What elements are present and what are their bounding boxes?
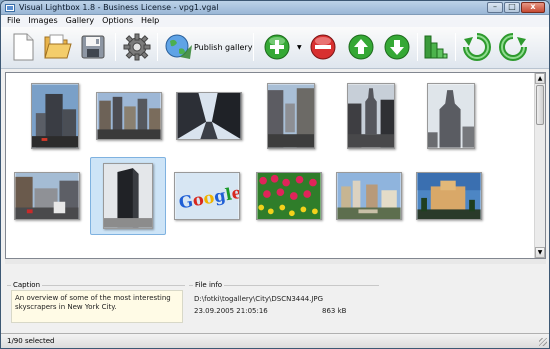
scrollbar-thumb[interactable]	[536, 85, 544, 125]
thumbnail[interactable]	[414, 161, 484, 231]
thumbnail-gallery[interactable]: Google ▲ ▼	[5, 72, 546, 259]
file-path: D:\fotki\togallery\City\DSCN3444.JPG	[194, 295, 324, 303]
photo-street-traffic	[14, 172, 80, 220]
photo-google-logo: Google	[174, 172, 240, 220]
window-title: Visual Lightbox 1.8 - Business License -…	[19, 3, 219, 12]
panel-splitter[interactable]	[5, 259, 546, 264]
thumbnail[interactable]	[94, 81, 164, 151]
thumbnail-selected[interactable]	[90, 157, 166, 235]
photo-las-vegas	[336, 172, 402, 220]
photo-hotel-sunset	[416, 172, 482, 220]
info-panel: Caption An overview of some of the most …	[5, 281, 546, 329]
file-size: 863 kB	[322, 307, 347, 315]
selection-count: 1/90 selected	[7, 337, 55, 345]
thumbnail[interactable]	[256, 81, 326, 151]
thumbnail[interactable]	[94, 237, 170, 258]
rotate-left-icon[interactable]	[461, 31, 493, 63]
new-file-icon[interactable]	[7, 31, 39, 63]
vertical-scrollbar[interactable]: ▲ ▼	[534, 73, 545, 258]
menu-gallery[interactable]: Gallery	[66, 15, 95, 27]
toolbar-separator	[417, 33, 418, 61]
thumbnail[interactable]	[416, 81, 486, 151]
thumbnail[interactable]	[254, 161, 324, 231]
toolbar-separator	[455, 33, 456, 61]
app-icon	[5, 4, 15, 12]
caption-text[interactable]: An overview of some of the most interest…	[11, 290, 183, 323]
photo-city-avenue	[267, 83, 315, 149]
publish-globe-icon[interactable]	[162, 31, 194, 63]
resize-grip-icon[interactable]	[539, 338, 547, 346]
settings-gear-icon[interactable]	[121, 31, 153, 63]
publish-gallery-label[interactable]: Publish gallery	[194, 43, 252, 52]
add-image-icon[interactable]	[261, 31, 293, 63]
photo-flower-field	[256, 172, 322, 220]
thumbnail[interactable]	[334, 161, 404, 231]
menu-images[interactable]: Images	[28, 15, 57, 27]
maximize-button[interactable]: □	[504, 2, 520, 13]
app-window: Visual Lightbox 1.8 - Business License -…	[0, 0, 550, 349]
move-up-icon[interactable]	[345, 31, 377, 63]
close-icon: x	[530, 2, 536, 11]
menu-file[interactable]: File	[7, 15, 20, 27]
toolbar-separator	[115, 33, 116, 61]
caption-label: Caption	[11, 281, 43, 289]
maximize-icon: □	[508, 2, 516, 11]
close-button[interactable]: x	[521, 2, 545, 13]
thumbnail[interactable]	[334, 245, 404, 258]
photo-skyscrapers-up	[176, 92, 242, 140]
toolbar-separator	[253, 33, 254, 61]
thumbnail[interactable]	[20, 243, 90, 258]
scroll-down-icon[interactable]: ▼	[535, 247, 545, 258]
rotate-right-icon[interactable]	[497, 31, 529, 63]
photo-tall-tower	[427, 83, 475, 149]
thumbnail[interactable]	[176, 237, 246, 258]
menu-options[interactable]: Options	[102, 15, 133, 27]
menu-help[interactable]: Help	[141, 15, 159, 27]
file-meta-row: 23.09.2005 21:05:16 863 kB	[194, 305, 373, 317]
minimize-icon: –	[493, 2, 497, 11]
title-bar[interactable]: Visual Lightbox 1.8 - Business License -…	[1, 1, 549, 15]
menu-bar: File Images Gallery Options Help	[1, 15, 549, 27]
photo-city-street-wide	[96, 92, 162, 140]
file-date: 23.09.2005 21:05:16	[194, 307, 268, 315]
thumbnail[interactable]	[414, 245, 484, 258]
thumbnail[interactable]	[174, 81, 244, 151]
photo-black-skyscraper	[103, 163, 153, 229]
file-info-details: D:\fotki\togallery\City\DSCN3444.JPG 23.…	[191, 290, 376, 323]
chevron-down-icon[interactable]: ▼	[297, 44, 302, 51]
open-folder-icon[interactable]	[41, 31, 73, 63]
minimize-button[interactable]: –	[487, 2, 503, 13]
photo-empire-state	[347, 83, 395, 149]
thumbnail[interactable]	[336, 81, 406, 151]
thumbnail[interactable]: Google	[172, 161, 242, 231]
sort-levels-icon[interactable]	[419, 31, 451, 63]
toolbar: Publish gallery ▼	[1, 27, 549, 69]
window-controls: – □ x	[487, 2, 545, 13]
save-disk-icon[interactable]	[77, 31, 109, 63]
file-info-label: File info	[193, 281, 225, 289]
status-bar: 1/90 selected	[1, 333, 549, 348]
scroll-up-icon[interactable]: ▲	[535, 73, 545, 84]
thumbnail[interactable]	[20, 81, 90, 151]
photo-city-tower	[31, 83, 79, 149]
move-down-icon[interactable]	[381, 31, 413, 63]
toolbar-separator	[157, 33, 158, 61]
thumbnail[interactable]	[254, 245, 324, 258]
remove-image-icon[interactable]	[307, 31, 339, 63]
thumbnail[interactable]	[12, 161, 82, 231]
